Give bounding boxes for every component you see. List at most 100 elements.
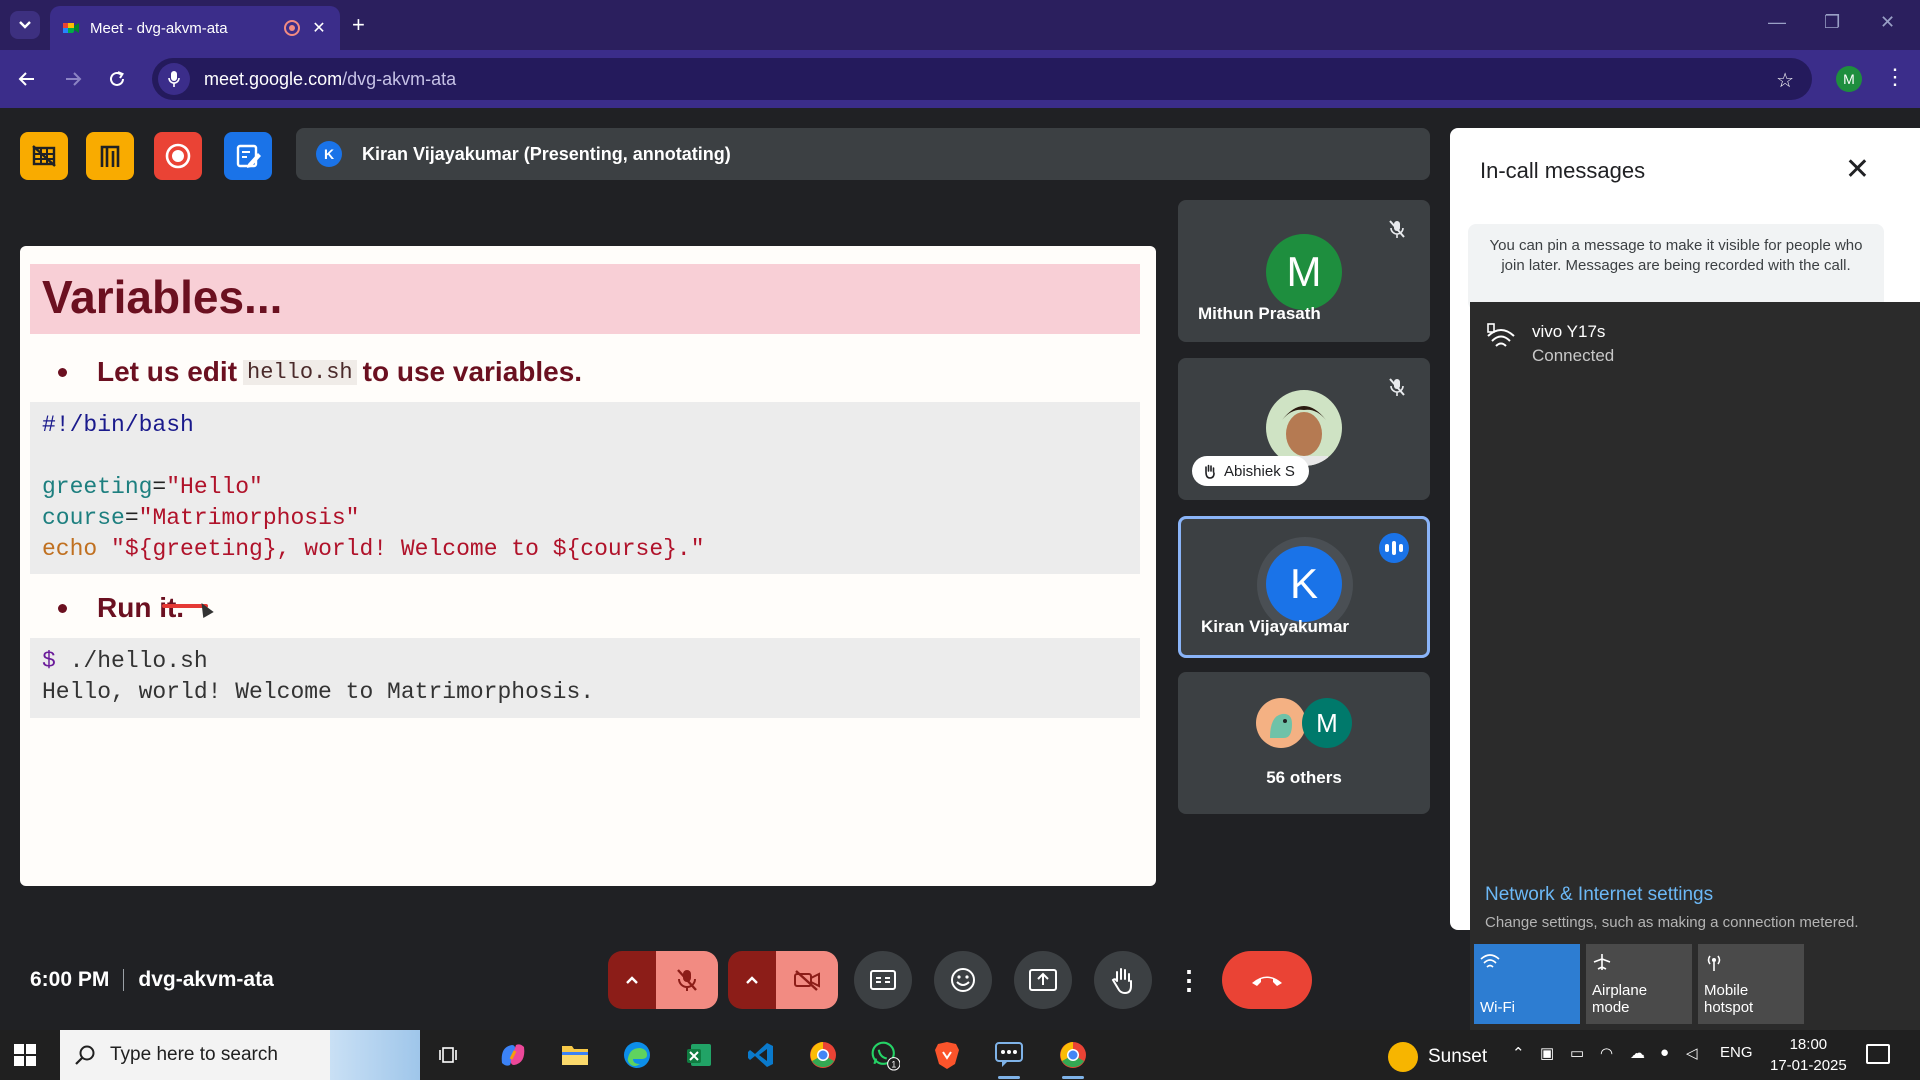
camera-tray-icon[interactable]: ▣ [1540, 1044, 1554, 1062]
microphone-tray-icon[interactable]: ● [1660, 1044, 1669, 1061]
arrow-left-icon [18, 72, 34, 86]
wifi-tray-icon[interactable]: ◠ [1600, 1044, 1613, 1062]
bullet-1-text-post: to use variables. [362, 356, 583, 387]
battery-icon[interactable]: ▭ [1570, 1044, 1584, 1062]
minimize-icon[interactable]: — [1768, 12, 1786, 33]
camera-control-group [728, 951, 838, 1009]
participant-tile-kiran[interactable]: K Kiran Vijayakumar [1178, 516, 1430, 658]
window-close-icon[interactable]: ✕ [1880, 12, 1895, 33]
presented-slide: Variables... Let us edit hello.sh to use… [20, 246, 1156, 886]
present-screen-button[interactable] [1014, 951, 1072, 1009]
code-course-value: "Matrimorphosis" [138, 505, 360, 531]
participant-tile-others[interactable]: M 56 others [1178, 672, 1430, 814]
task-view-icon[interactable] [434, 1040, 464, 1070]
file-explorer-icon[interactable] [560, 1040, 590, 1070]
annotate-pen-icon [236, 144, 261, 168]
wifi-network-item[interactable]: vivo Y17s Connected [1484, 322, 1614, 366]
network-settings-link[interactable]: Network & Internet settings [1485, 884, 1713, 906]
new-tab-button[interactable]: + [352, 12, 365, 38]
reactions-button[interactable] [934, 951, 992, 1009]
mic-toggle-button[interactable] [656, 951, 718, 1009]
chrome-icon[interactable] [808, 1040, 838, 1070]
more-options-icon[interactable]: ⋮ [1176, 951, 1202, 1009]
chrome-meet-window-icon[interactable] [1058, 1040, 1088, 1070]
others-count: 56 others [1266, 768, 1342, 787]
divider [123, 969, 125, 991]
active-app-indicator [998, 1076, 1020, 1079]
browser-menu-icon[interactable]: ⋮ [1884, 64, 1906, 90]
bullet-dot-icon [58, 603, 67, 613]
hang-up-icon [1252, 976, 1282, 986]
bullet-dot-icon [58, 367, 67, 377]
taskbar-clock[interactable]: 18:00 17-01-2025 [1770, 1034, 1847, 1076]
browser-tab-meet[interactable]: Meet - dvg-akvm-ata ✕ [50, 6, 340, 50]
weather-widget[interactable]: Sunset [1388, 1042, 1487, 1072]
copilot-icon[interactable] [498, 1040, 528, 1070]
tab-search-button[interactable] [10, 11, 40, 39]
panel-title: In-call messages [1480, 158, 1646, 183]
run-output-block: $ ./hello.sh Hello, world! Welcome to Ma… [30, 638, 1140, 718]
camera-toggle-button[interactable] [776, 951, 838, 1009]
site-mic-permission-icon[interactable] [158, 63, 190, 95]
search-highlight-art [330, 1030, 420, 1080]
avatar-photo [1266, 390, 1342, 466]
restore-icon[interactable]: ❐ [1824, 12, 1840, 33]
show-hidden-icons-chevron-icon[interactable]: ⌃ [1512, 1044, 1525, 1062]
bullet-2-text: Run it. [97, 592, 185, 623]
excel-icon[interactable] [684, 1040, 714, 1070]
brave-icon[interactable] [932, 1040, 962, 1070]
audio-settings-chevron-icon[interactable] [608, 951, 656, 1009]
airplane-mode-quick-action[interactable]: Airplane mode [1586, 944, 1692, 1024]
record-button[interactable] [154, 132, 202, 180]
profile-avatar[interactable]: M [1836, 66, 1862, 92]
quick-action-label: Airplane mode [1592, 982, 1648, 1016]
volume-icon[interactable]: ◁ [1686, 1044, 1698, 1062]
bullet-1-inline-code: hello.sh [243, 359, 357, 385]
raise-hand-button[interactable] [1094, 951, 1152, 1009]
presenter-avatar: K [316, 141, 342, 167]
extension-button-2[interactable] [86, 132, 134, 180]
address-bar[interactable]: meet.google.com/dvg-akvm-ata ☆ [152, 58, 1812, 100]
taskbar-search-box[interactable]: Type here to search [60, 1030, 420, 1080]
code-greeting-value: "Hello" [166, 474, 263, 500]
tab-close-icon[interactable]: ✕ [310, 18, 328, 38]
input-language[interactable]: ENG [1720, 1044, 1753, 1061]
presenter-text: Kiran Vijayakumar (Presenting, annotatin… [362, 143, 731, 164]
participant-tile-mithun[interactable]: M Mithun Prasath [1178, 200, 1430, 342]
annotate-button[interactable] [224, 132, 272, 180]
meeting-time: 6:00 PM [30, 968, 110, 991]
panel-close-icon[interactable]: ✕ [1845, 152, 1870, 187]
raised-hand-icon [1205, 464, 1215, 479]
participant-tile-abishiek[interactable]: Abishiek S [1178, 358, 1430, 500]
wifi-quick-action[interactable]: Wi-Fi [1474, 944, 1580, 1024]
extension-button-1[interactable] [20, 132, 68, 180]
bookmark-star-icon[interactable]: ☆ [1776, 68, 1794, 93]
participant-name: Kiran Vijayakumar [1201, 617, 1350, 636]
vscode-icon[interactable] [746, 1040, 776, 1070]
video-settings-chevron-icon[interactable] [728, 951, 776, 1009]
edge-browser-icon[interactable] [622, 1040, 652, 1070]
onedrive-cloud-icon[interactable]: ☁ [1630, 1044, 1645, 1062]
meeting-info: 6:00 PM dvg-akvm-ata [30, 968, 274, 992]
active-app-indicator [1062, 1076, 1084, 1079]
leave-call-button[interactable] [1222, 951, 1312, 1009]
wifi-icon [1480, 954, 1500, 968]
captions-button[interactable] [854, 951, 912, 1009]
whatsapp-badge: 1 [891, 1059, 896, 1069]
code-course-var: course [42, 505, 125, 531]
chat-app-icon[interactable] [994, 1040, 1024, 1070]
mobile-hotspot-quick-action[interactable]: Mobile hotspot [1698, 944, 1804, 1024]
windows-start-icon[interactable] [14, 1044, 36, 1066]
notifications-icon[interactable] [1866, 1044, 1890, 1064]
whatsapp-icon[interactable]: 1 [870, 1040, 900, 1071]
slide-title: Variables... [42, 271, 283, 323]
back-button[interactable] [14, 66, 40, 92]
camera-off-icon [794, 970, 820, 991]
reload-button[interactable] [104, 66, 130, 92]
reload-icon [110, 71, 124, 86]
script-code-block: #!/bin/bash greeting="Hello" course="Mat… [30, 402, 1140, 574]
windows-taskbar: Type here to search 1 Sunset ⌃ ▣ ▭ ◠ ☁ ●… [0, 1030, 1920, 1080]
forward-button[interactable] [60, 66, 86, 92]
run-command: ./hello.sh [55, 648, 208, 674]
code-echo-string: "${greeting}, world! Welcome to ${course… [111, 536, 705, 562]
